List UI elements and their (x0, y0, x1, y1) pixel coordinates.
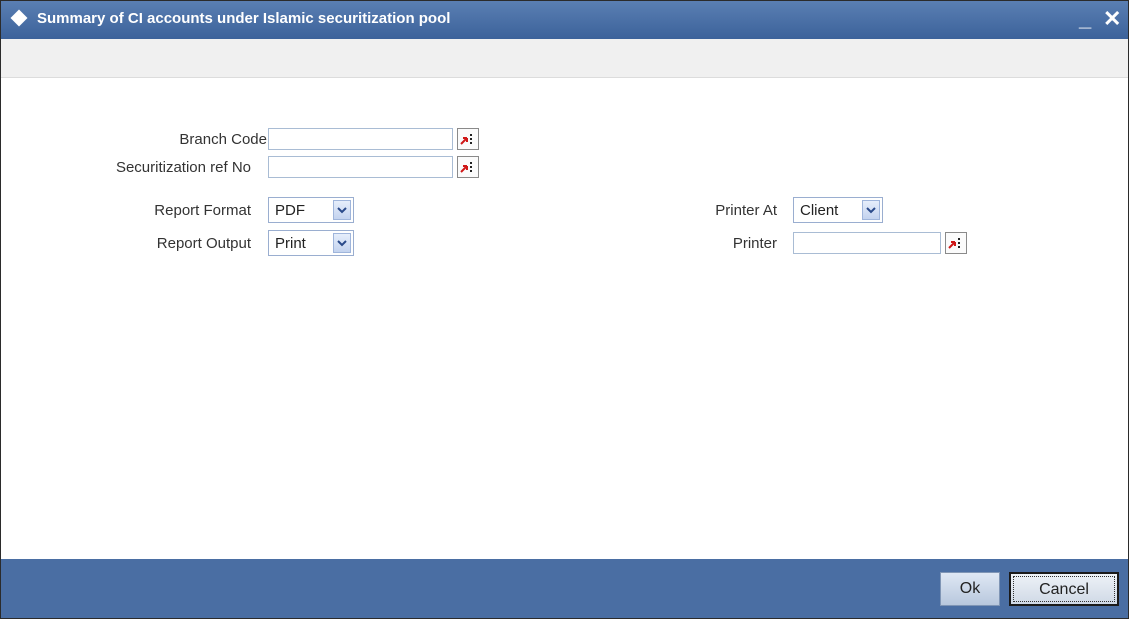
report-output-select[interactable]: Print (268, 230, 354, 256)
securitization-ref-input[interactable] (268, 156, 453, 178)
diamond-icon (10, 9, 28, 27)
list-of-values-icon (460, 134, 472, 145)
chevron-down-icon[interactable] (333, 233, 351, 253)
branch-code-lov-button[interactable] (457, 128, 479, 150)
branch-code-label-group: Branch Code * (61, 131, 277, 148)
chevron-down-icon[interactable] (333, 200, 351, 220)
report-format-select[interactable]: PDF (268, 197, 354, 223)
report-format-label: Report Format (154, 202, 251, 219)
list-of-values-icon (948, 238, 960, 249)
printer-lov-button[interactable] (945, 232, 967, 254)
ok-button[interactable]: Ok (940, 572, 1000, 606)
toolbar-strip (1, 39, 1128, 78)
report-output-label: Report Output (156, 235, 251, 252)
cancel-button[interactable]: Cancel (1009, 572, 1119, 606)
minimize-button[interactable]: _ (1079, 6, 1091, 32)
report-format-value: PDF (275, 202, 305, 219)
close-button[interactable]: ✕ (1103, 6, 1121, 32)
printer-label: Printer (732, 235, 777, 252)
chevron-down-icon[interactable] (862, 200, 880, 220)
securitization-ref-lov-button[interactable] (457, 156, 479, 178)
dialog-window: Summary of CI accounts under Islamic sec… (0, 0, 1129, 619)
report-output-value: Print (275, 235, 306, 252)
printer-at-label: Printer At (715, 202, 777, 219)
printer-input[interactable] (793, 232, 941, 254)
title-bar[interactable]: Summary of CI accounts under Islamic sec… (1, 1, 1128, 39)
footer-bar: Ok Cancel (1, 559, 1128, 618)
branch-code-label: Branch Code (179, 131, 267, 148)
list-of-values-icon (460, 162, 472, 173)
securitization-ref-label: Securitization ref No (115, 159, 251, 176)
window-title: Summary of CI accounts under Islamic sec… (37, 10, 451, 27)
printer-at-select[interactable]: Client (793, 197, 883, 223)
printer-at-value: Client (800, 202, 839, 219)
branch-code-input[interactable] (268, 128, 453, 150)
